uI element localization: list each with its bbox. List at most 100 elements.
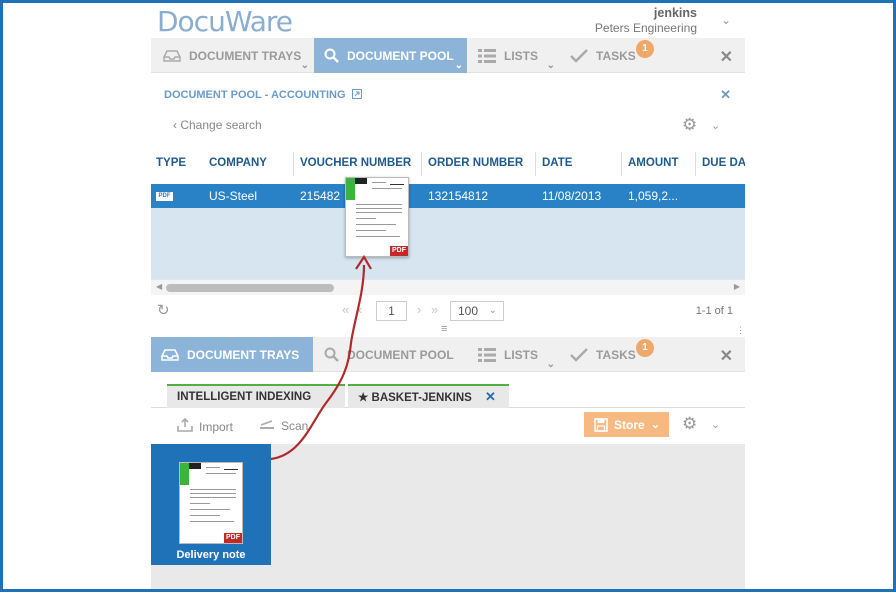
close-tab-icon[interactable]: ✕ <box>485 389 496 404</box>
checkmark-icon <box>570 48 588 63</box>
tab-document-pool[interactable]: DOCUMENT POOL ⌄ <box>314 38 467 73</box>
close-pool-icon[interactable]: ✕ <box>720 87 731 103</box>
column-header-type[interactable]: TYPE <box>156 149 186 178</box>
tab-label: DOCUMENT POOL <box>347 48 454 63</box>
list-icon <box>478 48 496 63</box>
user-menu-chevron-icon[interactable]: ⌄ <box>721 13 731 27</box>
chevron-down-icon: ⌄ <box>488 305 497 316</box>
change-search-label: Change search <box>180 118 262 132</box>
close-icon[interactable]: ✕ <box>720 346 733 366</box>
column-header-due-date[interactable]: DUE DA <box>702 149 745 178</box>
tab-lists[interactable]: LISTS ⌄ <box>468 337 559 372</box>
tab-label: TASKS <box>596 347 636 362</box>
chevron-down-icon[interactable]: ⌄ <box>547 60 555 71</box>
tab-label: TASKS <box>596 48 636 63</box>
result-table-header: TYPE COMPANY VOUCHER NUMBER ORDER NUMBER… <box>151 149 745 178</box>
change-search-link[interactable]: ‹ Change search <box>173 118 262 132</box>
scanner-icon <box>259 418 275 433</box>
column-divider[interactable] <box>421 152 422 176</box>
organization-name: Peters Engineering <box>594 21 697 35</box>
list-icon <box>478 347 496 362</box>
scrollbar-thumb[interactable] <box>166 284 334 292</box>
page-size-value: 100 <box>458 304 479 318</box>
tab-basket-jenkins[interactable]: ★ BASKET-JENKINS ✕ <box>348 384 509 408</box>
user-name: jenkins <box>653 6 697 20</box>
subtab-label: BASKET-JENKINS <box>371 392 472 404</box>
external-link-icon[interactable] <box>351 89 362 102</box>
tab-document-trays[interactable]: DOCUMENT TRAYS <box>151 337 313 372</box>
column-header-date[interactable]: DATE <box>542 149 572 178</box>
first-page-icon[interactable]: « <box>342 302 349 317</box>
pagination-bar: ↻ « ‹ 1 › » 100 ⌄ 1-1 of 1 <box>151 299 745 327</box>
scan-label: Scan <box>281 418 309 433</box>
tab-intelligent-indexing[interactable]: INTELLIGENT INDEXING <box>167 384 345 408</box>
gear-icon[interactable]: ⚙ <box>682 414 697 434</box>
page-number-input[interactable]: 1 <box>376 301 407 321</box>
cell-company: US-Steel <box>209 189 258 203</box>
column-header-order-number[interactable]: ORDER NUMBER <box>428 149 523 178</box>
tray-icon <box>161 348 179 361</box>
splitter-grip-icon[interactable]: ⋮ <box>736 325 745 336</box>
chevron-down-icon[interactable]: ⌄ <box>455 60 463 71</box>
horizontal-scrollbar[interactable]: ◀ ▶ <box>151 279 745 295</box>
pool-title[interactable]: DOCUMENT POOL - ACCOUNTING <box>164 89 362 102</box>
search-icon <box>324 347 339 362</box>
refresh-icon[interactable]: ↻ <box>157 301 170 319</box>
user-info[interactable]: jenkins Peters Engineering <box>595 6 697 36</box>
tab-document-trays[interactable]: DOCUMENT TRAYS ⌄ <box>151 38 313 73</box>
tab-label: LISTS <box>504 48 539 63</box>
tab-tasks[interactable]: TASKS 1 <box>560 38 656 73</box>
column-divider[interactable] <box>535 152 536 176</box>
docuware-logo: DocuWare <box>157 5 293 38</box>
dragged-document-thumbnail[interactable]: PDF <box>345 177 409 257</box>
chevron-down-icon[interactable]: ⌄ <box>547 359 555 370</box>
column-divider[interactable] <box>293 152 294 176</box>
tasks-count-badge: 1 <box>636 339 654 357</box>
column-divider[interactable] <box>621 152 622 176</box>
subtab-label: INTELLIGENT INDEXING <box>177 391 312 403</box>
save-icon <box>594 417 608 432</box>
cell-voucher-number: 215482 <box>300 189 341 203</box>
tab-label: LISTS <box>504 347 539 362</box>
chevron-down-icon[interactable]: ⌄ <box>301 60 309 71</box>
tray-icon <box>163 49 181 62</box>
column-header-amount[interactable]: AMOUNT <box>628 149 678 178</box>
tray-tabs: INTELLIGENT INDEXING ★ BASKET-JENKINS ✕ <box>151 378 745 408</box>
import-icon <box>177 417 193 435</box>
table-row[interactable]: PDF US-Steel 215482 132154812 11/08/2013… <box>151 184 745 208</box>
checkmark-icon <box>570 347 588 362</box>
star-icon: ★ <box>358 392 369 404</box>
tab-label: DOCUMENT POOL <box>347 347 454 362</box>
tray-document-item[interactable]: PDF Delivery note <box>151 444 271 565</box>
scroll-left-arrow-icon[interactable]: ◀ <box>156 282 162 291</box>
column-header-company[interactable]: COMPANY <box>209 149 267 178</box>
cell-order-number: 132154812 <box>428 189 489 203</box>
last-page-icon[interactable]: » <box>431 302 438 317</box>
close-icon[interactable]: ✕ <box>720 47 733 67</box>
tab-tasks[interactable]: TASKS 1 <box>560 337 656 372</box>
column-divider[interactable] <box>695 152 696 176</box>
column-header-voucher-number[interactable]: VOUCHER NUMBER <box>300 149 411 178</box>
result-list-area <box>151 208 745 279</box>
cell-date: 11/08/2013 <box>542 189 602 203</box>
scroll-right-arrow-icon[interactable]: ▶ <box>734 282 740 291</box>
chevron-down-icon[interactable]: ⌄ <box>711 418 720 431</box>
search-icon <box>324 48 339 63</box>
next-page-icon[interactable]: › <box>417 302 421 317</box>
pdf-badge: PDF <box>390 246 408 256</box>
gear-icon[interactable]: ⚙ <box>682 115 697 135</box>
result-count: 1-1 of 1 <box>695 305 733 317</box>
store-label: Store <box>614 417 645 432</box>
page-size-select[interactable]: 100 ⌄ <box>450 301 504 321</box>
chevron-down-icon: ⌄ <box>650 419 660 431</box>
chevron-down-icon[interactable]: ⌄ <box>711 119 720 132</box>
scan-button[interactable]: Scan <box>259 418 308 433</box>
pool-title-text: DOCUMENT POOL - ACCOUNTING <box>164 89 346 101</box>
tasks-count-badge: 1 <box>636 40 654 58</box>
splitter-handle-icon[interactable]: ≡ <box>441 323 447 335</box>
import-button[interactable]: Import <box>177 417 233 435</box>
store-button[interactable]: Store ⌄ <box>584 412 669 437</box>
tab-lists[interactable]: LISTS ⌄ <box>468 38 559 73</box>
tab-document-pool[interactable]: DOCUMENT POOL <box>314 337 467 372</box>
previous-page-icon[interactable]: ‹ <box>358 302 362 317</box>
